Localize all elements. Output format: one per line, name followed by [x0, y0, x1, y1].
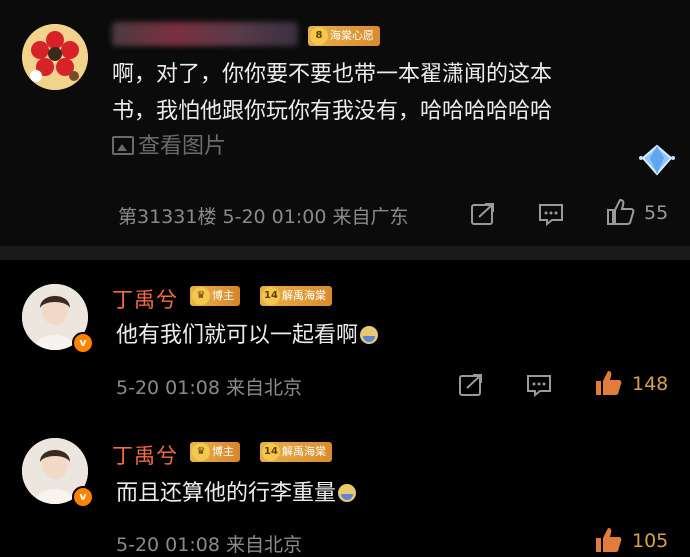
share-icon[interactable] — [470, 202, 496, 226]
comment-text: 而且还算他的行李重量 — [116, 475, 357, 512]
blogger-badge: ♛ 博主 — [190, 442, 240, 462]
like-count: 55 — [644, 202, 669, 224]
comment-meta: 5-20 01:08 来自北京 — [116, 373, 302, 400]
comment-location: 来自北京 — [225, 534, 302, 556]
blogger-badge-label: 博主 — [212, 289, 234, 302]
comment-time: 5-20 01:00 — [222, 206, 327, 228]
crown-icon: ♛ — [192, 287, 210, 305]
verified-icon: v — [72, 486, 94, 508]
view-picture-link[interactable]: 查看图片 — [112, 128, 226, 160]
comment-text-content: 他有我们就可以一起看啊 — [116, 323, 359, 348]
divider — [0, 246, 690, 260]
share-icon[interactable] — [458, 373, 484, 397]
comment-text: 啊，对了，你你要不要也带一本翟潇闻的这本 书，我怕他跟你玩你有我没有，哈哈哈哈哈… — [112, 56, 552, 130]
crown-icon: ♛ — [192, 443, 210, 461]
comment-text: 他有我们就可以一起看啊 — [116, 317, 379, 354]
username-blurred[interactable] — [112, 22, 298, 46]
comment-location: 来自广东 — [332, 206, 409, 228]
fan-badge-label: 海棠心愿 — [330, 29, 374, 42]
emoji-icon — [360, 326, 379, 344]
username[interactable]: 丁禹兮 — [112, 440, 178, 470]
fan-level: 8 — [310, 27, 328, 45]
comment-text-content: 而且还算他的行李重量 — [116, 481, 337, 506]
comment-1: 8 海棠心愿 啊，对了，你你要不要也带一本翟潇闻的这本 书，我怕他跟你玩你有我没… — [0, 0, 690, 246]
like-count: 105 — [632, 530, 669, 552]
avatar-flower[interactable] — [22, 24, 88, 90]
fan-level: 14 — [262, 443, 280, 461]
fan-badge-label: 解禹海棠 — [282, 289, 326, 302]
blogger-badge: ♛ 博主 — [190, 286, 240, 306]
fan-badge[interactable]: 8 海棠心愿 — [308, 26, 380, 46]
comment-time: 5-20 01:08 — [116, 534, 220, 556]
fan-level: 14 — [262, 287, 280, 305]
comment-time: 5-20 01:08 — [116, 377, 220, 399]
comment-3: v 丁禹兮 ♛ 博主 14 解禹海棠 而且还算他的行李重量 5-20 01:08… — [0, 420, 690, 556]
fan-badge-label: 解禹海棠 — [282, 445, 326, 458]
floor-number: 第31331楼 — [118, 206, 217, 228]
comment-location: 来自北京 — [225, 377, 302, 399]
emoji-icon — [338, 484, 357, 502]
diamond-icon — [639, 144, 675, 176]
blogger-badge-label: 博主 — [212, 445, 234, 458]
comment-2: v 丁禹兮 ♛ 博主 14 解禹海棠 他有我们就可以一起看啊 5-20 01:0… — [0, 260, 690, 420]
comment-meta: 5-20 01:08 来自北京 — [116, 530, 302, 557]
picture-icon — [112, 136, 134, 155]
view-picture-label: 查看图片 — [138, 134, 227, 159]
fan-badge[interactable]: 14 解禹海棠 — [260, 442, 332, 462]
like-count: 148 — [632, 373, 669, 395]
comment-text-line-1: 啊，对了，你你要不要也带一本翟潇闻的这本 — [112, 62, 553, 87]
like-icon-active[interactable] — [593, 526, 623, 554]
comment-icon[interactable] — [526, 373, 552, 397]
verified-icon: v — [72, 332, 94, 354]
comment-text-line-2: 书，我怕他跟你玩你有我没有，哈哈哈哈哈哈 — [112, 99, 553, 124]
comment-meta: 第31331楼 5-20 01:00 来自广东 — [118, 202, 408, 229]
like-icon[interactable] — [605, 198, 635, 226]
fan-badge[interactable]: 14 解禹海棠 — [260, 286, 332, 306]
like-icon-active[interactable] — [593, 369, 623, 397]
username[interactable]: 丁禹兮 — [112, 284, 178, 314]
comment-icon[interactable] — [538, 202, 564, 226]
